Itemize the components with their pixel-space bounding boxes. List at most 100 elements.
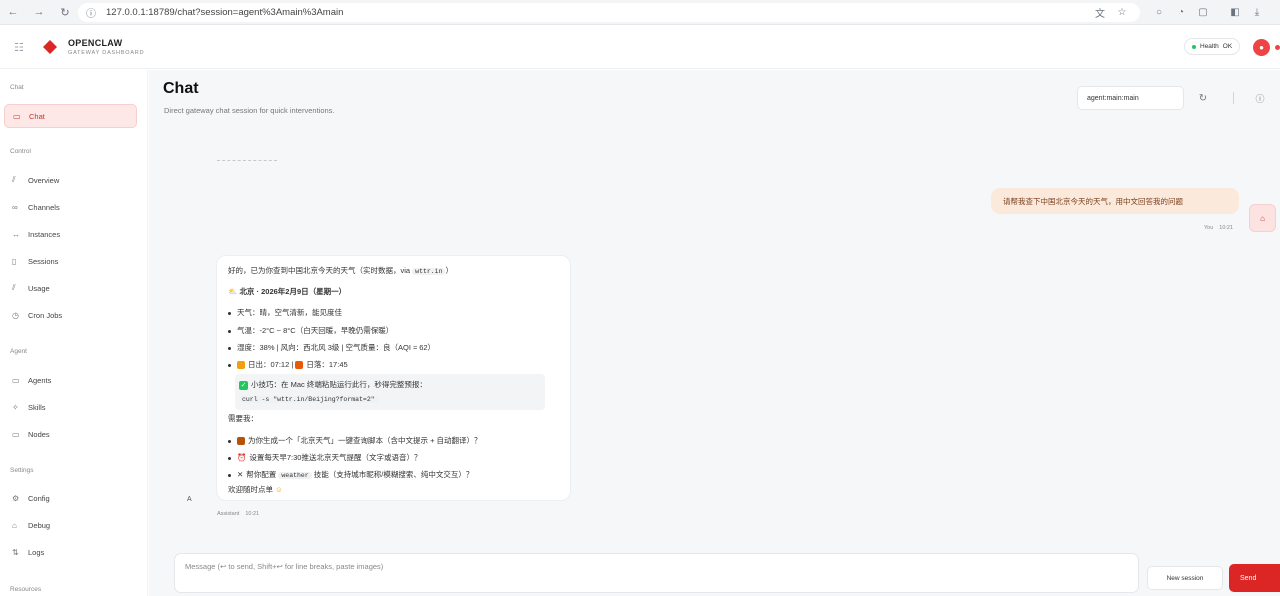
- file-icon: ▯: [12, 256, 17, 266]
- send-button[interactable]: Send: [1229, 564, 1280, 592]
- sunrise-text: 日出：07:12 |: [248, 360, 296, 369]
- sidebar-item-debug[interactable]: ⌂ Debug: [4, 513, 137, 537]
- history-divider: [217, 160, 277, 161]
- radio-icon: ↔: [12, 229, 20, 239]
- sidebar-section-resources: Resources: [10, 586, 42, 593]
- site-info-icon[interactable]: ⓘ: [86, 5, 96, 20]
- forward-icon[interactable]: →: [26, 0, 52, 25]
- user-message-meta: You 10:21: [1204, 225, 1233, 231]
- new-session-button[interactable]: New session: [1147, 566, 1223, 590]
- script-icon: [237, 437, 245, 446]
- user-message-bubble: 请帮我查下中国北京今天的天气，用中文回答我的问题: [991, 188, 1239, 214]
- sidebar-item-agents[interactable]: ▭ Agents: [4, 368, 137, 392]
- bookmark-star-icon[interactable]: ☆: [1111, 3, 1133, 22]
- sidebar-item-nodes[interactable]: ▭ Nodes: [4, 422, 137, 446]
- tip-code-line: curl -s "wttr.in/Beijing?format=2": [239, 394, 378, 403]
- session-select[interactable]: agent:main:main: [1077, 86, 1184, 110]
- sidebar-item-label: Agents: [28, 375, 52, 385]
- inline-code: weather: [278, 472, 312, 479]
- chat-main: Chat Direct gateway chat session for qui…: [149, 70, 1280, 596]
- download-icon[interactable]: ⤓: [1246, 3, 1268, 22]
- monitor-icon: ▭: [12, 429, 20, 439]
- closing-line: 欢迎随时点单 ☺: [228, 484, 283, 495]
- sidebar-item-config[interactable]: ⚙ Config: [4, 486, 137, 510]
- message-input[interactable]: Message (↩ to send, Shift+↩ for line bre…: [174, 553, 1139, 593]
- assistant-intro: 好的，已为你查到中国北京今天的天气（实时数据，via wttr.in）: [228, 265, 453, 276]
- assistant-message-bubble: 好的，已为你查到中国北京今天的天气（实时数据，via wttr.in） ⛅ 北京…: [216, 255, 571, 501]
- weather-text: 天气：晴，空气清新，能见度佳: [237, 308, 342, 317]
- sidebar-item-sessions[interactable]: ▯ Sessions: [4, 249, 137, 273]
- assistant-avatar: A: [187, 496, 192, 503]
- sidebar-item-label: Nodes: [28, 429, 50, 439]
- temperature-line: 气温：-2°C ~ 8°C（白天回暖，早晚仍需保暖）: [228, 325, 393, 336]
- weather-line: 天气：晴，空气清新，能见度佳: [228, 307, 342, 318]
- link-icon: ∞: [12, 202, 18, 212]
- sidebar-item-label: Debug: [28, 520, 51, 530]
- clock-icon: ◷: [12, 310, 19, 320]
- folder-icon: ▭: [12, 375, 20, 385]
- health-label: Health: [1200, 43, 1219, 50]
- tools-icon: ✕: [237, 470, 244, 479]
- sidebar-item-logs[interactable]: ⇅ Logs: [4, 540, 137, 564]
- address-bar-actions: 文 ☆: [1089, 3, 1133, 22]
- sidebar-item-label: Overview: [28, 175, 60, 185]
- sidebar-item-instances[interactable]: ↔ Instances: [4, 222, 137, 246]
- translate-icon[interactable]: 文: [1089, 3, 1111, 22]
- smile-icon: ☺: [275, 485, 283, 494]
- refresh-icon[interactable]: ↻: [1195, 90, 1211, 106]
- assistant-message-meta: Assistant 10:21: [217, 511, 259, 517]
- user-sender: You: [1204, 225, 1214, 231]
- sidebar-item-chat[interactable]: ▭ Chat: [4, 104, 137, 128]
- user-avatar[interactable]: ●: [1253, 39, 1270, 56]
- tip-text: 小技巧：在 Mac 终端粘贴运行此行，秒得完整预报：: [251, 380, 427, 389]
- bug-icon: ⌂: [12, 520, 17, 530]
- sidebar-item-label: Cron Jobs: [28, 310, 63, 320]
- code-snippet[interactable]: curl -s "wttr.in/Beijing?format=2": [239, 396, 378, 403]
- sidebar-item-channels[interactable]: ∞ Channels: [4, 195, 137, 219]
- assistant-time: 10:21: [245, 511, 260, 517]
- extension-icon[interactable]: ◔: [1170, 3, 1192, 22]
- sidebar-item-usage[interactable]: ⫽ Usage: [4, 276, 137, 300]
- sidebar-section-agent: Agent: [10, 348, 27, 355]
- sidebar-item-label: Sessions: [28, 256, 59, 266]
- sidebar-item-label: Chat: [29, 111, 45, 121]
- sidebar: Chat ▭ Chat Control ⫽ Overview ∞ Channel…: [0, 70, 148, 596]
- option-text: 帮你配置: [246, 470, 279, 479]
- sidebar-section-chat: Chat: [10, 84, 24, 91]
- option-text: 设置每天早7:30推送北京天气提醒（文字或语音）？: [249, 453, 422, 462]
- brand-name: OPENCLAW: [68, 38, 123, 48]
- logs-icon: ⇅: [12, 547, 19, 557]
- sun-cloud-icon: ⛅: [228, 287, 238, 296]
- extension-icon[interactable]: ○: [1148, 3, 1170, 22]
- browser-extensions: ○ ◔ ▢ ◧ ⤓: [1148, 3, 1268, 22]
- reload-icon[interactable]: ↻: [52, 0, 78, 25]
- alarm-clock-icon: ⏰: [237, 453, 247, 462]
- temp-text: 气温：-2°C ~ 8°C（白天回暖，早晚仍需保暖）: [237, 326, 394, 335]
- back-icon[interactable]: ←: [0, 0, 26, 25]
- sidebar-item-label: Logs: [28, 547, 45, 557]
- sidebar-toggle-icon[interactable]: ◧: [1224, 3, 1246, 22]
- browser-toolbar: ← → ↻ ⓘ 127.0.0.1:18789/chat?session=age…: [0, 0, 1280, 25]
- menu-icon[interactable]: ☷: [14, 41, 24, 54]
- option-line: ✕ 帮你配置 weather 技能（支持城市昵称/模糊搜索、纯中文交互）？: [228, 469, 473, 480]
- sidebar-item-skills[interactable]: ✧ Skills: [4, 395, 137, 419]
- sidebar-item-label: Usage: [28, 283, 50, 293]
- health-status-badge: Health OK: [1184, 38, 1241, 55]
- humidity-text: 湿度：38% | 风向：西北风 3级 | 空气质量：良（AQI ≈ 62）: [237, 343, 436, 352]
- option-line: 为你生成一个「北京天气」一键查询脚本（含中文提示 + 自动翻译）？: [228, 435, 482, 446]
- sidebar-item-cron-jobs[interactable]: ◷ Cron Jobs: [4, 303, 137, 327]
- sidebar-section-control: Control: [10, 148, 31, 155]
- tip-line: ✓ 小技巧：在 Mac 终端粘贴运行此行，秒得完整预报：: [239, 379, 427, 390]
- address-bar[interactable]: ⓘ 127.0.0.1:18789/chat?session=agent%3Am…: [78, 3, 1140, 22]
- message-icon: ▭: [13, 111, 21, 121]
- sidebar-section-settings: Settings: [10, 467, 34, 474]
- option-text: 技能（支持城市昵称/模糊搜索、纯中文交互）？: [311, 470, 474, 479]
- extension-icon[interactable]: ▢: [1192, 3, 1214, 22]
- chart-icon: ⫽: [12, 175, 16, 184]
- heading-text: 北京 · 2026年2月9日（星期一）: [239, 287, 347, 296]
- inline-code: wttr.in: [412, 268, 446, 275]
- chart-icon: ⫽: [12, 283, 16, 292]
- sidebar-item-overview[interactable]: ⫽ Overview: [4, 168, 137, 192]
- sidebar-item-label: Config: [28, 493, 50, 503]
- info-icon[interactable]: ⓘ: [1252, 90, 1268, 106]
